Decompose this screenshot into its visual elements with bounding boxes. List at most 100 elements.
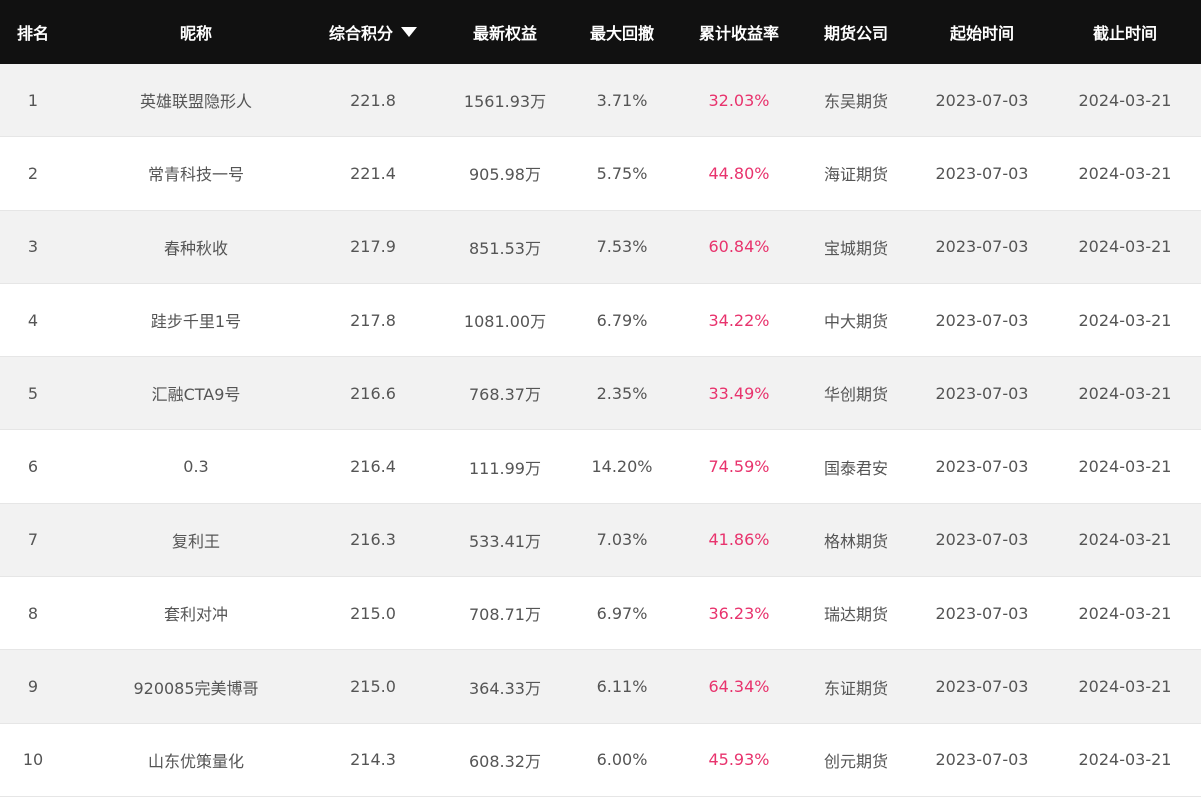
cell-rank: 3 (27, 237, 39, 257)
cell-company: 宝城期货 (824, 238, 888, 258)
cell-nickname[interactable]: 常青科技一号 (66, 161, 326, 185)
cell-nickname[interactable]: 跬步千里1号 (66, 308, 326, 332)
cell-rank: 6 (27, 457, 39, 477)
cell-drawdown: 5.75% (596, 163, 648, 183)
cell-equity: 111.99万 (469, 458, 541, 478)
cell-score: 216.6 (350, 383, 396, 403)
cell-rank: 9 (27, 677, 39, 697)
header-start[interactable]: 起始时间 (888, 20, 1076, 44)
cell-equity: 768.37万 (469, 385, 541, 405)
cell-end-date: 2024-03-21 (1078, 457, 1172, 477)
cell-score: 217.9 (350, 237, 396, 257)
header-rank[interactable]: 排名 (0, 20, 66, 44)
cell-return: 33.49% (708, 383, 770, 403)
cell-end-date: 2024-03-21 (1078, 383, 1172, 403)
cell-return: 64.34% (708, 677, 770, 697)
cell-score: 217.8 (350, 310, 396, 330)
cell-equity: 1081.00万 (463, 312, 547, 332)
header-end[interactable]: 截止时间 (1076, 20, 1174, 44)
cell-start-date: 2023-07-03 (935, 237, 1029, 257)
cell-score: 221.8 (350, 90, 396, 110)
table-row[interactable]: 10 山东优策量化 214.3 608.32万 6.00% 45.93% 创元期货 2023-… (0, 723, 1201, 797)
table-row[interactable]: 9 920085完美博哥 215.0 364.33万 6.11% 64.34% 东证期货 20… (0, 650, 1201, 724)
header-drawdown[interactable]: 最大回撤 (590, 20, 654, 44)
cell-drawdown: 3.71% (596, 90, 648, 110)
cell-rank: 7 (27, 530, 39, 550)
cell-nickname[interactable]: 0.3 (66, 457, 326, 476)
header-score-label: 综合积分 (328, 24, 393, 43)
header-score[interactable]: 综合积分 (326, 20, 420, 44)
cell-drawdown: 6.97% (596, 603, 648, 623)
cell-return: 44.80% (708, 163, 770, 183)
cell-end-date: 2024-03-21 (1078, 237, 1172, 257)
cell-company: 东吴期货 (824, 92, 888, 112)
table-row[interactable]: 1 英雄联盟隐形人 221.8 1561.93万 3.71% 32.03% 东吴期货 2023… (0, 64, 1201, 138)
cell-score: 216.3 (350, 530, 396, 550)
cell-equity: 905.98万 (469, 165, 541, 185)
score-sort-wrap[interactable]: 综合积分 (329, 20, 417, 44)
cell-start-date: 2023-07-03 (935, 603, 1029, 623)
header-return[interactable]: 累计收益率 (654, 20, 824, 44)
cell-return: 45.93% (708, 750, 770, 770)
cell-rank: 10 (22, 750, 44, 770)
cell-nickname[interactable]: 复利王 (66, 528, 326, 552)
cell-return: 34.22% (708, 310, 770, 330)
cell-end-date: 2024-03-21 (1078, 530, 1172, 550)
cell-start-date: 2023-07-03 (935, 457, 1029, 477)
table-row[interactable]: 5 汇融CTA9号 216.6 768.37万 2.35% 33.49% 华创期货 2023-… (0, 357, 1201, 431)
cell-start-date: 2023-07-03 (935, 310, 1029, 330)
cell-equity: 851.53万 (469, 238, 541, 258)
cell-end-date: 2024-03-21 (1078, 750, 1172, 770)
table-row[interactable]: 2 常青科技一号 221.4 905.98万 5.75% 44.80% 海证期货 2023-0… (0, 137, 1201, 211)
header-nickname[interactable]: 昵称 (66, 20, 326, 44)
table-row[interactable]: 6 0.3 216.4 111.99万 14.20% 74.59% 国泰君安 2023-07-… (0, 430, 1201, 504)
cell-nickname[interactable]: 汇融CTA9号 (66, 381, 326, 405)
cell-equity: 608.32万 (469, 751, 541, 771)
cell-end-date: 2024-03-21 (1078, 310, 1172, 330)
cell-nickname[interactable]: 山东优策量化 (66, 748, 326, 772)
cell-nickname[interactable]: 春种秋收 (66, 235, 326, 259)
cell-score: 215.0 (350, 603, 396, 623)
cell-score: 214.3 (350, 750, 396, 770)
table-row[interactable]: 8 套利对冲 215.0 708.71万 6.97% 36.23% 瑞达期货 2023-07-… (0, 577, 1201, 651)
cell-score: 221.4 (350, 163, 396, 183)
cell-company: 华创期货 (824, 385, 888, 405)
cell-nickname[interactable]: 920085完美博哥 (66, 675, 326, 699)
header-company[interactable]: 期货公司 (824, 20, 888, 44)
cell-nickname[interactable]: 套利对冲 (66, 601, 326, 625)
table-row[interactable]: 7 复利王 216.3 533.41万 7.03% 41.86% 格林期货 2023-07-0… (0, 503, 1201, 578)
cell-drawdown: 7.53% (596, 237, 648, 257)
cell-equity: 1561.93万 (463, 92, 547, 112)
ranking-table: 排名 昵称 综合积分 最新权益 最大回撤 累计收益率 期货公司 起始时间 截止时… (0, 0, 1201, 797)
cell-end-date: 2024-03-21 (1078, 677, 1172, 697)
cell-equity: 533.41万 (469, 531, 541, 551)
cell-drawdown: 14.20% (591, 457, 653, 477)
cell-return: 60.84% (708, 237, 770, 257)
cell-start-date: 2023-07-03 (935, 383, 1029, 403)
cell-rank: 5 (27, 383, 39, 403)
cell-company: 东证期货 (824, 678, 888, 698)
table-row[interactable]: 4 跬步千里1号 217.8 1081.00万 6.79% 34.22% 中大期货 2023-… (0, 283, 1201, 358)
cell-equity: 708.71万 (469, 605, 541, 625)
table-row[interactable]: 3 春种秋收 217.9 851.53万 7.53% 60.84% 宝城期货 2023-07-… (0, 210, 1201, 284)
table-header: 排名 昵称 综合积分 最新权益 最大回撤 累计收益率 期货公司 起始时间 截止时… (0, 0, 1201, 64)
cell-drawdown: 2.35% (596, 383, 648, 403)
cell-start-date: 2023-07-03 (935, 90, 1029, 110)
cell-score: 216.4 (350, 457, 396, 477)
cell-company: 瑞达期货 (824, 605, 888, 625)
cell-drawdown: 6.00% (596, 750, 648, 770)
header-equity[interactable]: 最新权益 (420, 20, 590, 44)
caret-down-icon[interactable] (401, 27, 417, 37)
table-body: 1 英雄联盟隐形人 221.8 1561.93万 3.71% 32.03% 东吴期货 2023… (0, 64, 1201, 797)
cell-end-date: 2024-03-21 (1078, 90, 1172, 110)
cell-end-date: 2024-03-21 (1078, 603, 1172, 623)
cell-company: 国泰君安 (824, 458, 888, 478)
cell-nickname[interactable]: 英雄联盟隐形人 (66, 88, 326, 112)
cell-rank: 8 (27, 603, 39, 623)
cell-rank: 2 (27, 163, 39, 183)
cell-return: 74.59% (708, 457, 770, 477)
cell-start-date: 2023-07-03 (935, 677, 1029, 697)
cell-rank: 4 (27, 310, 39, 330)
cell-end-date: 2024-03-21 (1078, 163, 1172, 183)
cell-score: 215.0 (350, 677, 396, 697)
